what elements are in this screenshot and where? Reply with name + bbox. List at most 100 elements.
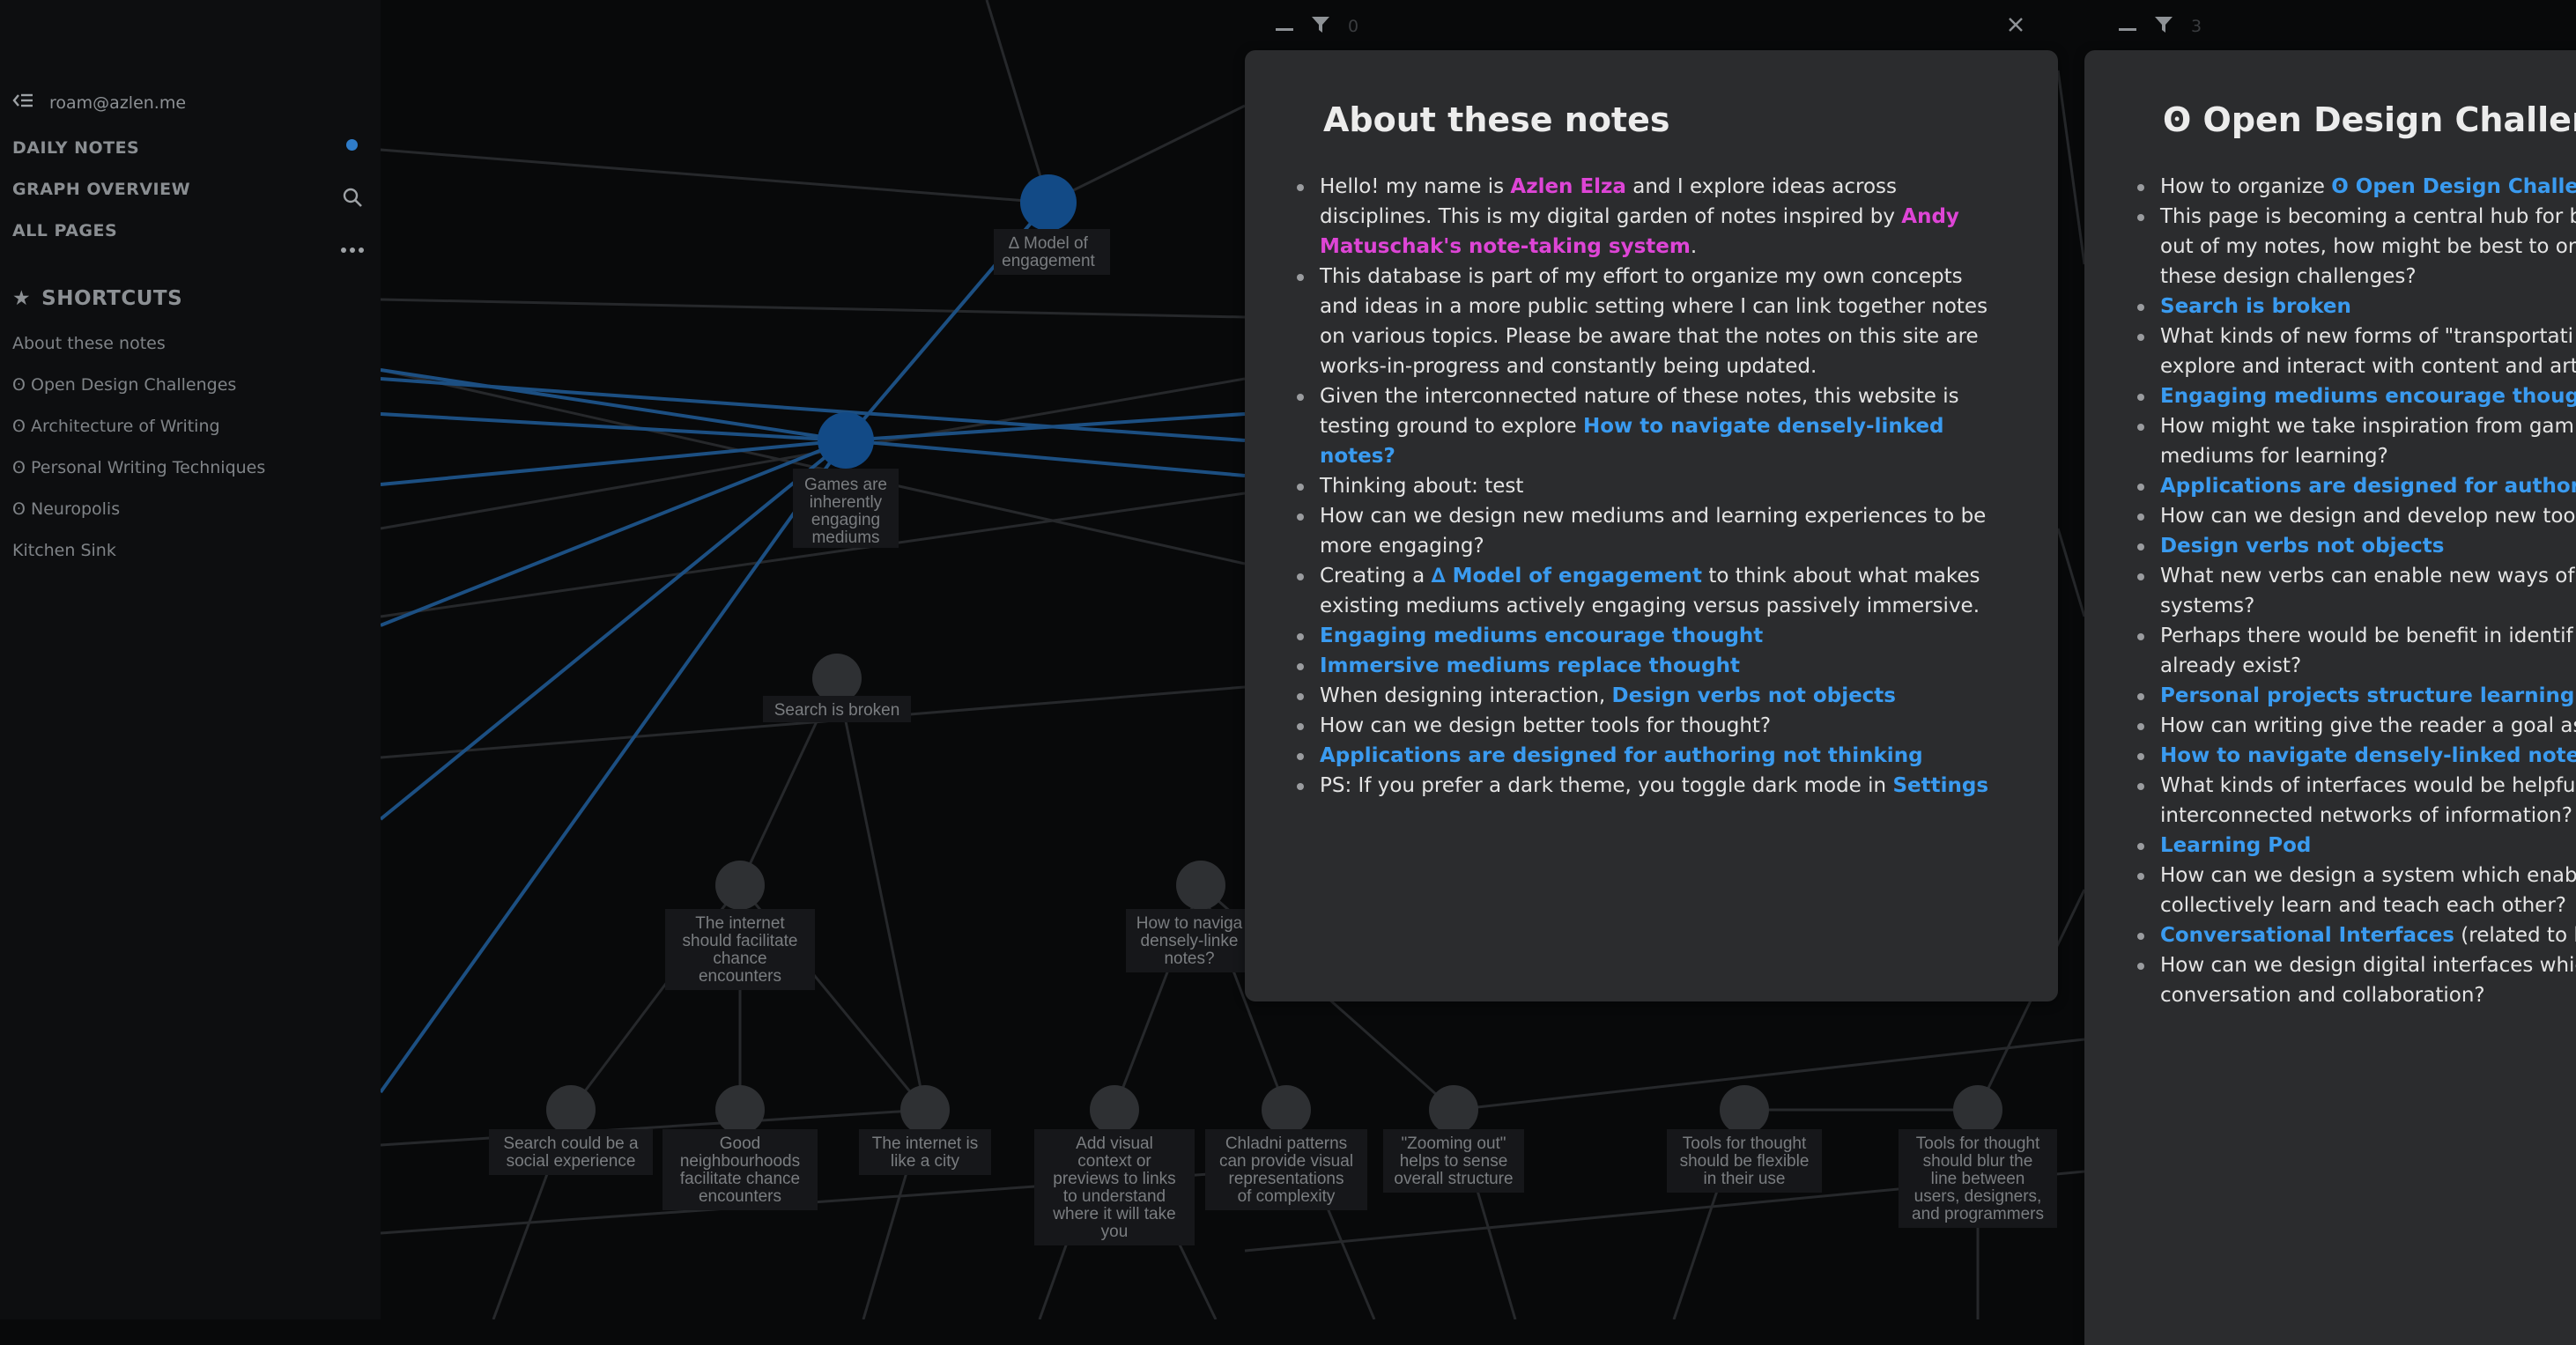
block[interactable]: Engaging mediums encourage thought (1297, 621, 2007, 651)
block[interactable]: How can we design and develop new tool (2137, 501, 2576, 531)
block[interactable]: Applications are designed for authoring … (2137, 471, 2576, 531)
text: How might we take inspiration from gam (2160, 415, 2574, 438)
nav-graph-overview[interactable]: GRAPH OVERVIEW (12, 180, 190, 199)
block[interactable]: When designing interaction, Design verbs… (1297, 681, 2007, 711)
note-content: Hello! my name is Azlen Elza and I explo… (1297, 172, 2007, 801)
page-link[interactable]: Design verbs not objects (2160, 535, 2444, 558)
page-link[interactable]: Search is broken (2160, 295, 2351, 318)
block[interactable]: How can we design better tools for thoug… (1297, 711, 2007, 771)
shortcut-personal-writing-techniques[interactable]: ʘ Personal Writing Techniques (12, 458, 265, 477)
text: Perhaps there would be benefit in identi… (2160, 624, 2573, 647)
graph-node[interactable] (1020, 174, 1077, 231)
nav-all-pages[interactable]: ALL PAGES (12, 221, 117, 240)
star-icon: ★ (12, 287, 32, 310)
block[interactable]: This database is part of my effort to or… (1297, 262, 2007, 381)
graph-node[interactable] (1953, 1085, 2002, 1134)
graph-node[interactable] (1176, 861, 1225, 910)
graph-node[interactable] (1720, 1085, 1769, 1134)
search-icon[interactable] (342, 187, 363, 211)
page-link[interactable]: ∆ Model of engagement (1432, 565, 1702, 588)
page-link[interactable]: Conversational Interfaces (2160, 924, 2454, 947)
text: How can we design better tools for thoug… (1320, 714, 1772, 737)
block[interactable]: What kinds of interfaces would be helpfu… (2137, 771, 2576, 831)
text: What kinds of interfaces would be helpfu (2160, 774, 2576, 797)
minimize-icon[interactable] (1276, 17, 1293, 36)
block[interactable]: Thinking about: test How can we design n… (1297, 471, 2007, 771)
note-panel-about-these-notes: About these notes Hello! my name is Azle… (1245, 50, 2058, 1001)
shortcut-kitchen-sink[interactable]: Kitchen Sink (12, 541, 116, 560)
text: What new verbs can enable new ways of i (2160, 565, 2576, 588)
user-email: roam@azlen.me (49, 92, 187, 113)
block[interactable]: Conversational Interfaces (related to le… (2137, 920, 2576, 1010)
graph-node[interactable] (1090, 1085, 1139, 1134)
block[interactable]: How can we design digital interfaces whi… (2137, 950, 2576, 1010)
block[interactable]: How to organize ʘ Open Design Challenges… (2137, 172, 2576, 292)
text: these design challenges? (2160, 265, 2417, 288)
minimize-icon[interactable] (2119, 17, 2136, 36)
page-link[interactable]: ʘ Open Design Challenges (2331, 175, 2576, 198)
graph-node[interactable] (1429, 1085, 1478, 1134)
graph-node[interactable] (812, 654, 862, 703)
note-content: How to organize ʘ Open Design Challenges… (2137, 172, 2576, 1010)
page-link[interactable]: Applications are designed for authoring … (2160, 475, 2576, 498)
block[interactable]: How might we take inspiration from gam me… (2137, 411, 2576, 471)
nav-daily-notes[interactable]: DAILY NOTES (12, 138, 139, 158)
close-icon[interactable] (2007, 16, 2025, 38)
graph-node[interactable] (715, 1085, 765, 1134)
filter-icon[interactable] (1311, 16, 1330, 38)
graph-node[interactable] (900, 1085, 950, 1134)
graph-node[interactable] (1262, 1085, 1311, 1134)
block[interactable]: Hello! my name is Azlen Elza and I explo… (1297, 172, 2007, 262)
graph-node[interactable] (818, 412, 874, 469)
settings-link[interactable]: Settings (1892, 774, 1988, 797)
shortcut-open-design-challenges[interactable]: ʘ Open Design Challenges (12, 375, 236, 395)
block[interactable]: How can writing give the reader a goal a… (2137, 711, 2576, 741)
more-options-icon[interactable] (340, 241, 365, 258)
block[interactable]: Engaging mediums encourage thought How m… (2137, 381, 2576, 471)
page-link[interactable]: Design verbs not objects (1612, 684, 1896, 707)
text: out of my notes, how might be best to or (2160, 235, 2576, 258)
shortcut-neuropolis[interactable]: ʘ Neuropolis (12, 499, 120, 519)
note-panel-open-design-challenges: ʘ Open Design Challenges How to organize… (2084, 50, 2576, 1345)
block[interactable]: Given the interconnected nature of these… (1297, 381, 2007, 471)
page-link[interactable]: Learning Pod (2160, 834, 2311, 857)
author-name-link[interactable]: Azlen Elza (1510, 175, 1626, 198)
page-link[interactable]: Engaging mediums encourage thought (2160, 385, 2576, 408)
node-label: ∆ Model of engagement (1002, 234, 1095, 270)
block[interactable]: Immersive mediums replace thought (1297, 651, 2007, 681)
block[interactable]: PS: If you prefer a dark theme, you togg… (1297, 771, 2007, 801)
filter-icon[interactable] (2154, 16, 2173, 38)
block[interactable]: What new verbs can enable new ways of i s… (2137, 561, 2576, 621)
block[interactable]: This page is becoming a central hub for … (2137, 202, 2576, 292)
text: explore and interact with content and ar… (2160, 355, 2576, 378)
block[interactable]: Perhaps there would be benefit in identi… (2137, 621, 2576, 681)
page-link[interactable]: Engaging mediums encourage thought (1320, 624, 1763, 647)
page-link[interactable]: Applications are designed for authoring … (1320, 744, 1923, 767)
graph-node[interactable] (546, 1085, 596, 1134)
shortcuts-header: ★ SHORTCUTS (12, 287, 182, 310)
text: systems? (2160, 595, 2255, 617)
block[interactable]: How can we design a system which enabl co… (2137, 861, 2576, 920)
block[interactable]: Design verbs not objects What new verbs … (2137, 531, 2576, 681)
text: How to organize (2160, 175, 2332, 198)
page-link[interactable]: How to navigate densely-linked notes? (2160, 744, 2576, 767)
text: Thinking about: test (1320, 475, 1524, 498)
block[interactable]: Applications are designed for authoring … (1297, 741, 2007, 771)
block[interactable]: What kinds of new forms of "transportati… (2137, 321, 2576, 381)
page-link[interactable]: Immersive mediums replace thought (1320, 654, 1740, 677)
shortcuts-title: SHORTCUTS (41, 287, 183, 310)
block[interactable]: Personal projects structure learning and… (2137, 681, 2576, 741)
node-label: Tools for thought should blur the line bet… (1912, 1134, 2044, 1223)
graph-node[interactable] (715, 861, 765, 910)
shortcut-about-these-notes[interactable]: About these notes (12, 334, 166, 353)
node-label: "Zooming out" helps to sense overall struc… (1394, 1134, 1513, 1188)
block[interactable]: How can we design new mediums and learni… (1297, 501, 2007, 681)
block[interactable]: Learning Pod How can we design a system … (2137, 831, 2576, 920)
block[interactable]: How to navigate densely-linked notes? Wh… (2137, 741, 2576, 831)
page-link[interactable]: Personal projects structure learning and… (2160, 684, 2576, 707)
block[interactable]: Search is broken What kinds of new forms… (2137, 292, 2576, 381)
shortcut-architecture-of-writing[interactable]: ʘ Architecture of Writing (12, 417, 220, 436)
collapse-sidebar-icon[interactable] (12, 92, 33, 114)
block[interactable]: Creating a ∆ Model of engagement to thin… (1297, 561, 2007, 621)
user-account[interactable]: roam@azlen.me (12, 92, 186, 114)
